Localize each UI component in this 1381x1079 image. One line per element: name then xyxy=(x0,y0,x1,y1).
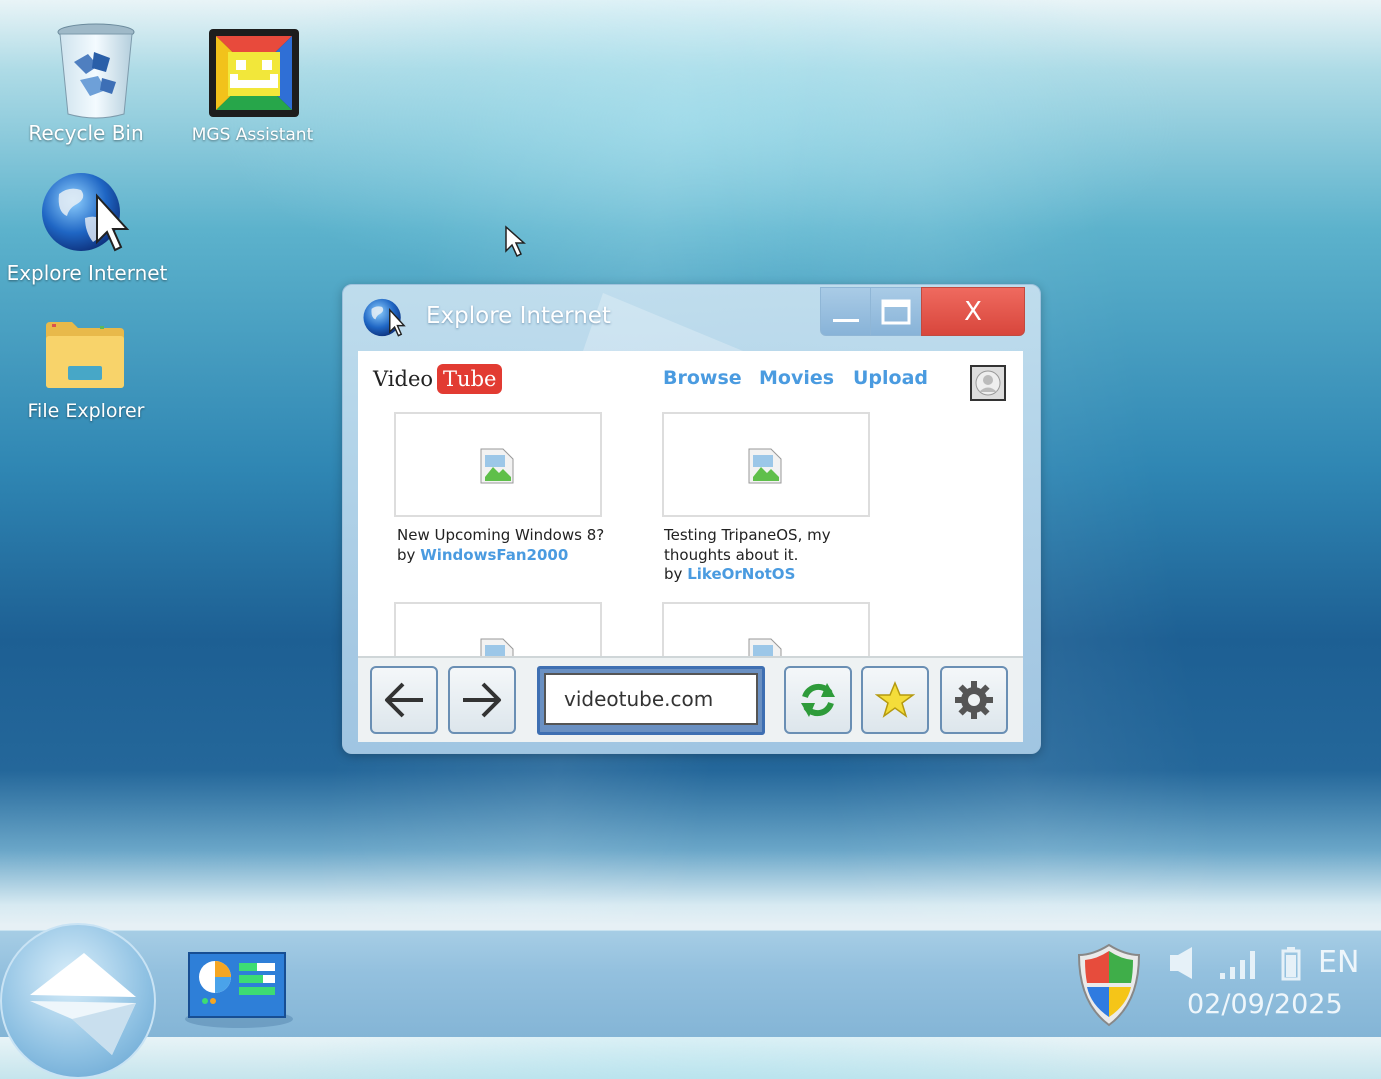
nav-movies-link[interactable]: Movies xyxy=(759,367,834,389)
minimize-button[interactable] xyxy=(820,287,871,336)
mouse-cursor-icon xyxy=(505,225,526,258)
profile-avatar-button[interactable] xyxy=(970,365,1006,401)
battery-icon[interactable] xyxy=(1280,945,1302,981)
arrow-right-icon xyxy=(463,682,501,718)
video-title[interactable]: New Upcoming Windows 8? xyxy=(397,526,607,546)
video-thumbnail[interactable] xyxy=(394,412,602,517)
close-button[interactable]: X xyxy=(921,287,1025,336)
url-input[interactable] xyxy=(544,673,758,725)
volume-icon[interactable] xyxy=(1168,945,1200,981)
desktop-icon-label: File Explorer xyxy=(27,400,145,422)
globe-cursor-icon xyxy=(363,298,406,337)
browser-window[interactable]: Explore Internet X Video Tube Browse Mov… xyxy=(342,284,1041,754)
favorites-button[interactable] xyxy=(861,666,929,734)
address-bar xyxy=(537,666,765,735)
browser-toolbar xyxy=(358,656,1023,742)
maximize-button[interactable] xyxy=(870,287,922,336)
video-thumbnail[interactable] xyxy=(394,602,602,656)
back-button[interactable] xyxy=(370,666,438,734)
desktop-icon-file-explorer[interactable]: File Explorer xyxy=(10,320,162,430)
arrow-left-icon xyxy=(385,682,423,718)
forward-button[interactable] xyxy=(448,666,516,734)
video-author-link[interactable]: WindowsFan2000 xyxy=(420,546,568,564)
gear-icon xyxy=(955,681,993,719)
by-label: by xyxy=(397,545,416,564)
taskbar: EN 02/09/2025 xyxy=(0,923,1381,1079)
refresh-button[interactable] xyxy=(784,666,852,734)
video-caption: New Upcoming Windows 8? by WindowsFan200… xyxy=(397,526,607,565)
security-shield-icon[interactable] xyxy=(1075,943,1143,1027)
clock-date[interactable]: 02/09/2025 xyxy=(1187,989,1343,1020)
desktop-icon-label: Explore Internet xyxy=(6,261,168,285)
broken-image-icon xyxy=(748,638,782,656)
minimize-icon xyxy=(832,318,859,322)
start-button[interactable] xyxy=(0,923,156,1079)
desktop-icon-label: Recycle Bin xyxy=(28,121,144,145)
user-icon xyxy=(975,370,1001,396)
desktop-icon-mgs-assistant[interactable]: MGS Assistant xyxy=(180,28,325,148)
desktop-icon-explore-internet[interactable]: Explore Internet xyxy=(5,172,169,292)
by-label: by xyxy=(664,565,683,583)
desktop-icon-label: MGS Assistant xyxy=(191,125,314,145)
desktop-icon-recycle-bin[interactable]: Recycle Bin xyxy=(10,22,162,152)
nav-upload-link[interactable]: Upload xyxy=(853,367,928,389)
video-thumbnail[interactable] xyxy=(662,412,870,517)
web-content[interactable]: Video Tube Browse Movies Upload New Upco… xyxy=(358,351,1023,656)
close-label: X xyxy=(964,296,982,327)
videotube-logo[interactable]: Video Tube xyxy=(373,364,503,394)
signal-icon[interactable] xyxy=(1218,947,1262,981)
video-caption: Testing TripaneOS, my thoughts about it.… xyxy=(664,526,854,585)
star-icon xyxy=(875,681,915,718)
start-logo-icon xyxy=(30,953,136,1055)
language-indicator[interactable]: EN xyxy=(1318,945,1359,980)
refresh-icon xyxy=(801,683,835,717)
globe-cursor-icon xyxy=(42,173,130,252)
recycle-bin-icon xyxy=(57,23,135,119)
taskbar-task-manager-button[interactable] xyxy=(183,947,295,1033)
broken-image-icon xyxy=(480,448,514,484)
nav-browse-link[interactable]: Browse xyxy=(663,367,742,389)
video-author-link[interactable]: LikeOrNotOS xyxy=(687,565,795,583)
video-thumbnail[interactable] xyxy=(662,602,870,656)
mgs-assistant-icon xyxy=(209,29,299,117)
settings-button[interactable] xyxy=(940,666,1008,734)
broken-image-icon xyxy=(748,448,782,484)
broken-image-icon xyxy=(480,638,514,656)
task-manager-icon xyxy=(185,952,293,1028)
window-title: Explore Internet xyxy=(426,303,611,329)
folder-icon xyxy=(46,322,124,388)
video-title[interactable]: Testing TripaneOS, my thoughts about it. xyxy=(664,526,854,565)
logo-tube: Tube xyxy=(437,364,503,394)
logo-video: Video xyxy=(373,367,434,391)
maximize-icon xyxy=(881,299,911,324)
